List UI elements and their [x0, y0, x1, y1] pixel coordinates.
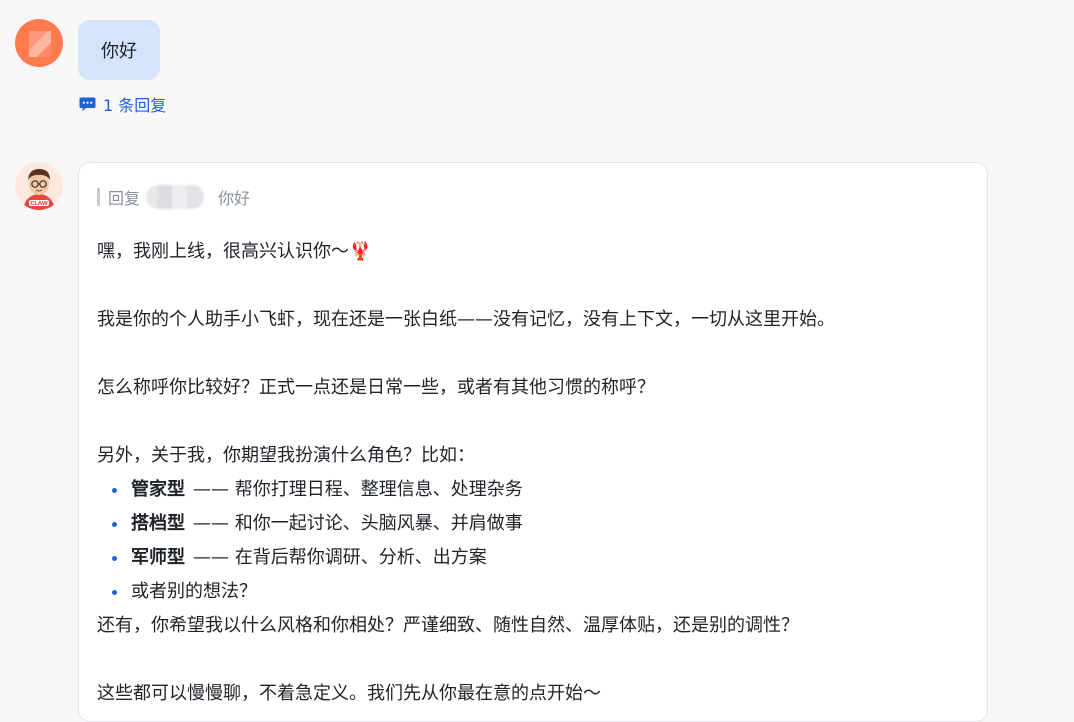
- bullet-icon: [112, 487, 117, 493]
- role-description: —— 在背后帮你调研、分析、出方案: [193, 547, 487, 568]
- bullet-icon: [112, 555, 117, 561]
- role-description: —— 和你一起讨论、头脑风暴、并肩做事: [193, 513, 523, 534]
- quote-prefix: 回复: [108, 189, 141, 208]
- quote-text: 你好: [218, 189, 251, 208]
- thread-replies-link[interactable]: 1 条回复: [79, 93, 166, 115]
- quote-bar: [97, 188, 100, 206]
- reply-count-label: 1 条回复: [103, 96, 167, 115]
- bullet-icon: [112, 521, 117, 527]
- user-avatar[interactable]: [15, 19, 63, 67]
- cartoon-character-avatar: CLAW: [15, 162, 63, 210]
- paragraph-name-question: 怎么称呼你比较好？正式一点还是日常一些，或者有其他习惯的称呼？: [97, 377, 655, 398]
- bot-message-card: 回复 你好 嘿，我刚上线，很高兴认识你～🦞 我是你的个人助手小飞虾，现在还是一张…: [78, 162, 988, 722]
- role-description: —— 帮你打理日程、整理信息、处理杂务: [193, 479, 523, 500]
- role-description: 或者别的想法？: [131, 581, 257, 602]
- blurred-avatar-image: [29, 31, 51, 57]
- user-message-text: 你好: [101, 41, 137, 62]
- bot-avatar[interactable]: CLAW: [15, 162, 63, 210]
- blurred-username: [146, 185, 205, 209]
- bullet-icon: [112, 589, 117, 595]
- bot-message-body: 嘿，我刚上线，很高兴认识你～🦞 我是你的个人助手小飞虾，现在还是一张白纸——没有…: [97, 235, 967, 711]
- avatar-badge-text: CLAW: [30, 201, 48, 207]
- list-item: 军师型 —— 在背后帮你调研、分析、出方案: [97, 541, 967, 575]
- paragraph-style-question: 还有，你希望我以什么风格和你相处？严谨细致、随性自然、温厚体贴，还是别的调性？: [97, 615, 799, 636]
- list-item: 管家型 —— 帮你打理日程、整理信息、处理杂务: [97, 473, 967, 507]
- paragraph-role-question: 另外，关于我，你期望我扮演什么角色？比如：: [97, 445, 475, 466]
- list-item: 搭档型 —— 和你一起讨论、头脑风暴、并肩做事: [97, 507, 967, 541]
- paragraph-greeting: 嘿，我刚上线，很高兴认识你～🦞: [97, 241, 372, 262]
- comment-bubble-icon: [79, 97, 96, 111]
- role-title: 军师型: [131, 547, 185, 568]
- paragraph-intro: 我是你的个人助手小飞虾，现在还是一张白纸——没有记忆，没有上下文，一切从这里开始…: [97, 309, 835, 330]
- role-title: 搭档型: [131, 513, 185, 534]
- list-item: 或者别的想法？: [97, 575, 967, 609]
- user-message-bubble: 你好: [78, 20, 160, 80]
- quoted-reply[interactable]: 回复 你好: [97, 185, 251, 209]
- paragraph-closing: 这些都可以慢慢聊，不着急定义。我们先从你最在意的点开始～: [97, 683, 601, 704]
- role-title: 管家型: [131, 479, 185, 500]
